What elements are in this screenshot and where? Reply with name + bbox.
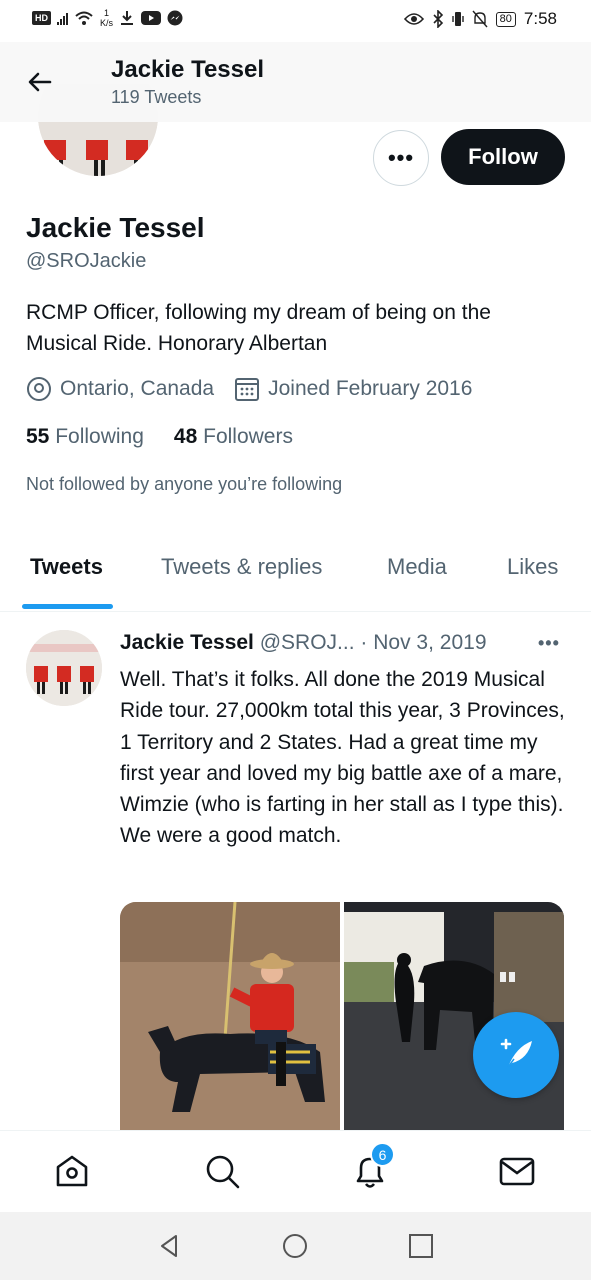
profile-joined: Joined February 2016 <box>268 377 473 400</box>
followers-link[interactable]: 48 Followers <box>174 425 293 449</box>
header-tweet-count: 119 Tweets <box>111 87 202 107</box>
hd-icon: HD <box>32 11 51 25</box>
bluetooth-icon <box>433 10 443 28</box>
compose-tweet-button[interactable] <box>473 1012 559 1098</box>
search-icon[interactable] <box>202 1151 242 1191</box>
status-left: HD 1 K/s <box>32 8 183 28</box>
home-icon[interactable] <box>52 1151 92 1191</box>
signal-icon <box>57 11 68 25</box>
status-right: 80 7:58 <box>403 9 557 29</box>
tab-media[interactable]: Media <box>387 554 447 580</box>
mute-bell-icon <box>472 10 488 28</box>
profile-location: Ontario, Canada <box>60 377 215 400</box>
tweet-separator: · <box>360 631 368 654</box>
profile-meta: Ontario, Canada Joined February 2016 <box>26 376 472 402</box>
messages-envelope-icon[interactable] <box>497 1151 537 1191</box>
follow-stats: 55 Following 48 Followers <box>26 425 293 449</box>
following-link[interactable]: 55 Following <box>26 425 144 449</box>
system-home-icon[interactable] <box>281 1232 309 1260</box>
tweet-text: Well. That’s it folks. All done the 2019… <box>120 668 565 848</box>
tweet-author-avatar[interactable] <box>26 630 102 706</box>
more-options-button[interactable]: ••• <box>373 130 429 186</box>
compose-feather-icon <box>500 1038 532 1068</box>
header-title: Jackie Tessel <box>111 56 265 83</box>
following-count: 55 <box>26 425 50 448</box>
follow-button[interactable]: Follow <box>441 129 565 185</box>
tweet-date[interactable]: Nov 3, 2019 <box>373 631 486 654</box>
tweet-more-button[interactable]: ••• <box>538 633 560 654</box>
status-time: 7:58 <box>523 9 557 28</box>
following-label: Following <box>55 425 144 448</box>
not-followed-notice: Not followed by anyone you’re following <box>26 474 343 494</box>
active-tab-indicator <box>22 604 113 609</box>
messenger-icon <box>167 10 183 26</box>
back-arrow-icon[interactable] <box>26 68 54 96</box>
calendar-icon <box>235 378 260 401</box>
profile-name: Jackie Tessel <box>26 212 205 243</box>
tweet-photo-rider[interactable] <box>120 902 340 1130</box>
tweet-header: Jackie Tessel @SROJ... · Nov 3, 2019 <box>120 631 487 655</box>
tweet-author-handle[interactable]: @SROJ... <box>260 631 355 654</box>
profile-handle: @SROJackie <box>26 250 147 272</box>
bottom-navigation <box>0 1130 591 1210</box>
youtube-icon <box>141 11 162 25</box>
tweet-author-name[interactable]: Jackie Tessel <box>120 631 254 654</box>
status-bar: HD 1 K/s 80 7:58 <box>0 0 591 42</box>
eye-icon <box>403 13 424 25</box>
speed-value: 1 <box>104 8 110 18</box>
tab-tweets[interactable]: Tweets <box>30 554 103 580</box>
profile-header: Jackie Tessel 119 Tweets <box>0 42 591 122</box>
system-navigation-bar <box>0 1212 591 1280</box>
followers-count: 48 <box>173 425 198 448</box>
notifications-badge: 6 <box>370 1142 395 1167</box>
location-pin-icon <box>27 377 51 401</box>
battery-icon: 80 <box>495 11 516 27</box>
system-recents-icon[interactable] <box>407 1232 435 1260</box>
profile-bio: RCMP Officer, following my dream of bein… <box>26 301 491 355</box>
profile-tabs: Tweets Tweets & replies Media Likes <box>0 538 591 612</box>
tab-likes[interactable]: Likes <box>507 554 558 580</box>
vibrate-icon <box>451 12 464 26</box>
followers-label: Followers <box>203 425 293 448</box>
wifi-icon <box>75 11 93 25</box>
network-speed: 1 K/s <box>100 8 113 28</box>
speed-unit: K/s <box>100 18 114 28</box>
system-back-icon[interactable] <box>156 1232 184 1260</box>
download-icon <box>121 11 134 25</box>
tab-tweets-replies[interactable]: Tweets & replies <box>161 554 322 580</box>
